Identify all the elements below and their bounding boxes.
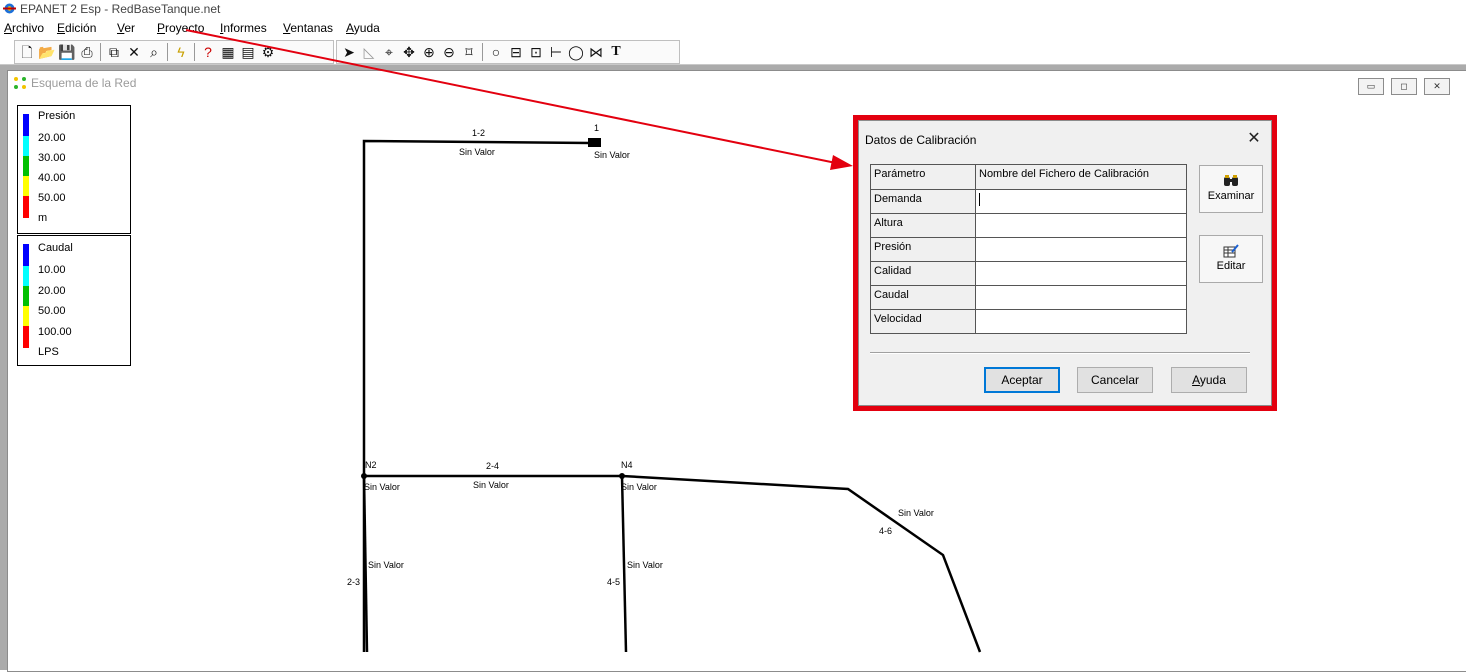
edit-grid-icon [1223,244,1239,258]
edit-button[interactable]: Editar [1199,235,1263,283]
node-value-label: Sin Valor [594,150,630,160]
pipe-4-6 [621,474,982,653]
pipe-label: 1-2 [472,128,486,138]
binoculars-icon [1224,175,1238,186]
pipe-value-label: Sin Valor [898,508,934,518]
cancel-button[interactable]: Cancelar [1077,367,1153,393]
dialog-divider [870,352,1250,354]
grid-row[interactable]: Calidad [870,261,1187,286]
pipe-label: 4-5 [607,577,621,587]
pipe-value-label: Sin Valor [459,147,495,157]
help-button-label: Ayuda [1192,373,1226,387]
grid-file-cell-calidad[interactable] [975,261,1187,286]
browse-button-label: Examinar [1207,190,1255,202]
junction-node-n4 [619,473,625,479]
edit-button-label: Editar [1216,260,1246,272]
pipe-1-2 [362,139,591,652]
pipe-label: 2-3 [347,577,361,587]
dialog-title: Datos de Calibración [865,133,977,147]
node-label: 1 [594,123,600,133]
cancel-button-label: Cancelar [1090,373,1140,387]
close-icon[interactable]: ✕ [1244,129,1264,149]
grid-row[interactable]: Caudal [870,285,1187,310]
node-label: N2 [365,460,377,470]
grid-file-cell-altura[interactable] [975,213,1187,238]
pipe-value-label: Sin Valor [627,560,663,570]
pipe-label: 2-4 [486,461,500,471]
pipe-value-label: Sin Valor [473,480,509,490]
node-value-label: Sin Valor [621,482,657,492]
calibration-dialog[interactable]: Datos de Calibración ✕ Parámetro Nombre … [858,120,1272,406]
text-caret [979,193,980,206]
grid-param-cell: Presión [870,237,976,262]
grid-param-cell: Altura [870,213,976,238]
grid-header-row: Parámetro Nombre del Fichero de Calibrac… [870,164,1187,190]
tank-node-1 [588,138,601,147]
node-value-label: Sin Valor [364,482,400,492]
browse-button[interactable]: Examinar [1199,165,1263,213]
grid-row[interactable]: Presión [870,237,1187,262]
grid-row[interactable]: Velocidad [870,309,1187,334]
grid-file-cell-velocidad[interactable] [975,309,1187,334]
grid-file-cell-presion[interactable] [975,237,1187,262]
pipe-4-5 [620,475,628,653]
junction-node-n2 [361,473,367,479]
grid-file-cell-demanda[interactable] [975,189,1187,214]
grid-header-file: Nombre del Fichero de Calibración [975,164,1187,190]
pipe-value-label: Sin Valor [368,560,404,570]
grid-param-cell: Caudal [870,285,976,310]
grid-file-cell-caudal[interactable] [975,285,1187,310]
ok-button-label: Aceptar [1001,373,1043,387]
grid-param-cell: Velocidad [870,309,976,334]
grid-row[interactable]: Altura [870,213,1187,238]
grid-row[interactable]: Demanda [870,189,1187,214]
node-label: N4 [621,460,633,470]
grid-header-parameter: Parámetro [870,164,976,190]
pipe-label: 4-6 [879,526,893,536]
help-button[interactable]: Ayuda [1171,367,1247,393]
grid-param-cell: Calidad [870,261,976,286]
calibration-grid[interactable]: Parámetro Nombre del Fichero de Calibrac… [870,164,1187,334]
grid-param-cell: Demanda [870,189,976,214]
ok-button[interactable]: Aceptar [984,367,1060,393]
